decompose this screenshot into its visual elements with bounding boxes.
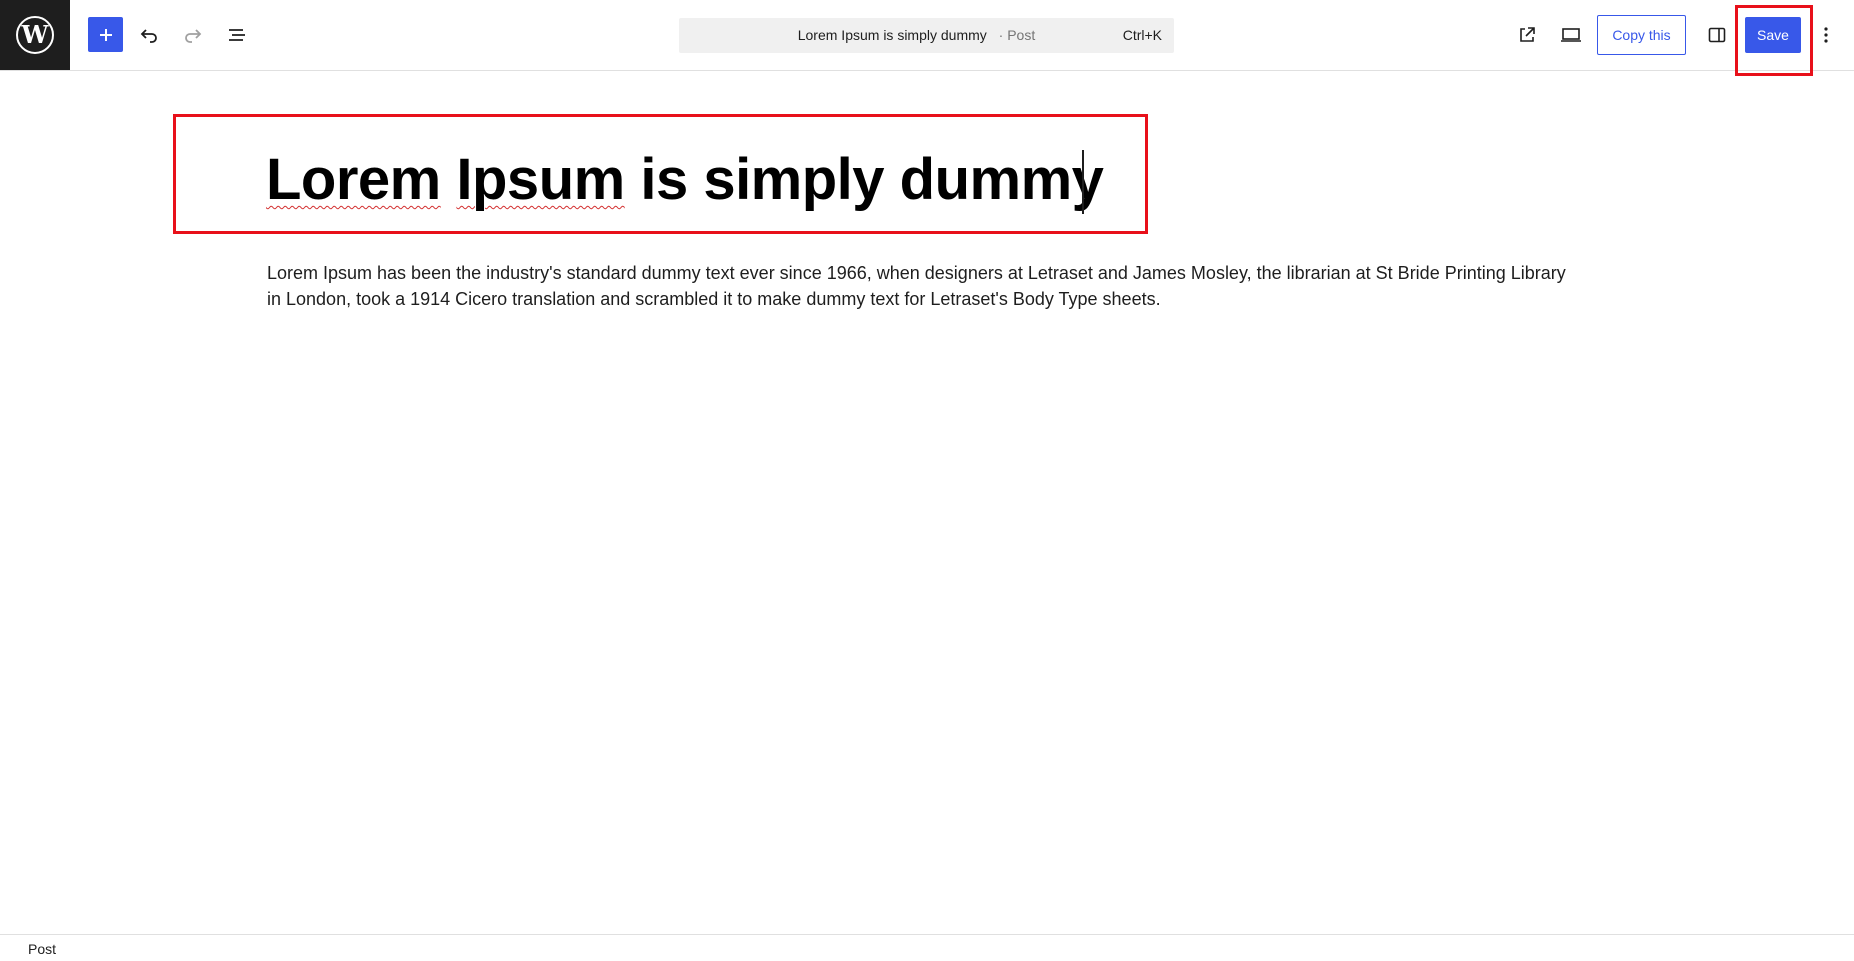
block-breadcrumb-bar: Post [0, 934, 1854, 961]
document-overview-button[interactable] [219, 17, 255, 53]
options-button[interactable] [1810, 17, 1842, 53]
command-bar-shortcut: Ctrl+K [1122, 27, 1162, 43]
undo-button[interactable] [131, 17, 167, 53]
desktop-icon [1561, 28, 1581, 42]
editor-header: W Lorem Ipsum is simply dummy · Post Ctr… [0, 0, 1854, 71]
redo-button[interactable] [175, 17, 211, 53]
plus-icon [99, 28, 112, 41]
command-bar-title: Lorem Ipsum is simply dummy · Post [679, 27, 1174, 43]
settings-toggle-button[interactable] [1699, 17, 1735, 53]
more-vertical-icon [1824, 27, 1828, 43]
undo-icon [140, 29, 157, 43]
command-bar-post-title: Lorem Ipsum is simply dummy [797, 27, 987, 43]
list-view-icon [229, 29, 245, 41]
wordpress-logo-icon: W [16, 16, 54, 54]
command-palette-bar[interactable]: Lorem Ipsum is simply dummy · Post Ctrl+… [679, 18, 1174, 53]
paragraph-block[interactable]: Lorem Ipsum has been the industry's stan… [267, 260, 1567, 312]
add-block-button[interactable] [88, 17, 123, 52]
title-word-misspelled: Ipsum [456, 147, 625, 212]
svg-text:W: W [21, 20, 50, 49]
copy-this-button[interactable]: Copy this [1597, 15, 1686, 55]
view-post-button[interactable] [1509, 17, 1545, 53]
external-link-icon [1520, 27, 1535, 42]
redo-icon [185, 29, 202, 43]
title-text: is simply dummy [640, 147, 1104, 212]
text-caret [1082, 150, 1084, 214]
preview-button[interactable] [1553, 17, 1589, 53]
title-word-misspelled: Lorem [266, 147, 441, 212]
post-title-input[interactable]: Lorem Ipsum is simply dummy [266, 146, 1104, 213]
command-bar-post-type: · Post [998, 27, 1036, 43]
sidebar-toggle-icon [1708, 27, 1726, 43]
wordpress-logo[interactable]: W [0, 0, 70, 70]
breadcrumb-post[interactable]: Post [28, 941, 56, 957]
save-button[interactable]: Save [1745, 17, 1801, 53]
